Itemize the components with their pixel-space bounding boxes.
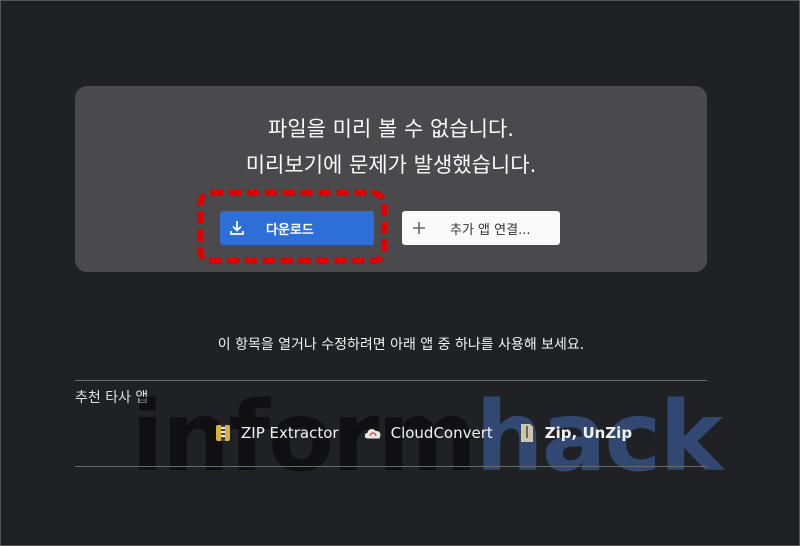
app-name: ZIP Extractor	[241, 424, 339, 442]
error-title: 파일을 미리 볼 수 없습니다.	[268, 117, 514, 141]
app-cloudconvert[interactable]: CloudConvert	[363, 423, 493, 443]
app-zip-unzip[interactable]: Zip, UnZip	[517, 423, 632, 443]
connect-more-apps-button[interactable]: 추가 앱 연결...	[402, 211, 560, 245]
connect-more-apps-label: 추가 앱 연결...	[450, 222, 531, 238]
zip-extractor-icon	[213, 423, 233, 443]
divider-top	[75, 380, 707, 381]
zip-unzip-icon	[517, 423, 537, 443]
recommended-apps-title: 추천 타사 앱	[75, 390, 149, 406]
divider-bottom	[75, 466, 707, 467]
preview-viewer: 파일을 미리 볼 수 없습니다. 미리보기에 문제가 발생했습니다. 다운로드 …	[0, 0, 800, 546]
cloudconvert-icon	[363, 423, 383, 443]
open-with-hint: 이 항목을 열거나 수정하려면 아래 앱 중 하나를 사용해 보세요.	[217, 337, 585, 353]
app-zip-extractor[interactable]: ZIP Extractor	[213, 423, 339, 443]
app-name: Zip, UnZip	[544, 424, 633, 442]
preview-error-card: 파일을 미리 볼 수 없습니다. 미리보기에 문제가 발생했습니다. 다운로드 …	[75, 86, 707, 272]
error-subtitle: 미리보기에 문제가 발생했습니다.	[245, 153, 537, 177]
recommended-apps-list: ZIP Extractor CloudConvert Zip, UnZip	[213, 423, 656, 443]
download-highlight-marker	[197, 190, 387, 264]
app-name: CloudConvert	[390, 424, 493, 442]
plus-icon	[402, 220, 436, 236]
